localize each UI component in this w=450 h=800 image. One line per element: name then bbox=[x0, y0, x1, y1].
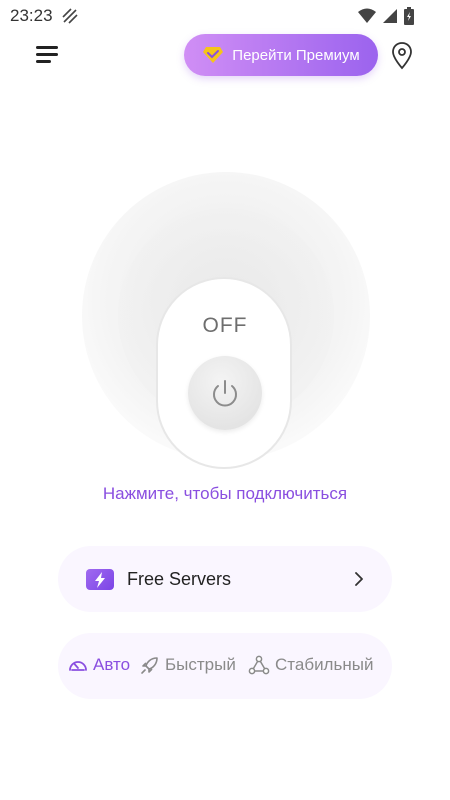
mode-fast[interactable]: Быстрый bbox=[140, 655, 236, 675]
free-servers-label: Free Servers bbox=[127, 569, 232, 589]
triangle-nodes-icon bbox=[248, 655, 270, 675]
menu-button[interactable] bbox=[36, 44, 60, 66]
rocket-icon bbox=[141, 657, 158, 674]
lightning-icon bbox=[86, 569, 114, 590]
menu-line bbox=[36, 53, 58, 56]
power-button[interactable] bbox=[188, 356, 262, 430]
status-time: 23:23 bbox=[10, 6, 53, 25]
wifi-icon bbox=[358, 8, 376, 23]
menu-line bbox=[36, 46, 58, 49]
status-bar: 23:23 bbox=[0, 0, 450, 32]
connection-state: OFF bbox=[202, 314, 248, 337]
location-pin-icon[interactable] bbox=[390, 41, 414, 71]
mode-stable[interactable]: Стабильный bbox=[248, 655, 373, 675]
mode-fast-label: Быстрый bbox=[165, 655, 236, 674]
free-servers-button[interactable]: Free Servers bbox=[58, 546, 392, 612]
chevron-right-icon bbox=[355, 572, 363, 586]
no-data-icon bbox=[62, 8, 78, 24]
power-icon bbox=[213, 380, 237, 407]
connect-hint[interactable]: Нажмите, чтобы подключиться bbox=[0, 484, 450, 504]
mode-stable-label: Стабильный bbox=[275, 655, 374, 674]
menu-line bbox=[36, 60, 51, 63]
mode-selector: Авто Быстрый Стабильный bbox=[58, 633, 392, 699]
signal-icon bbox=[383, 9, 397, 23]
status-icons bbox=[358, 7, 414, 25]
premium-button[interactable]: Перейти Премиум bbox=[184, 34, 378, 76]
mode-auto[interactable]: Авто bbox=[68, 655, 130, 675]
speedometer-icon bbox=[69, 661, 87, 671]
battery-icon bbox=[404, 7, 414, 25]
diamond-badge-icon bbox=[203, 47, 224, 63]
mode-auto-label: Авто bbox=[93, 655, 131, 674]
premium-label: Перейти Премиум bbox=[232, 46, 360, 64]
